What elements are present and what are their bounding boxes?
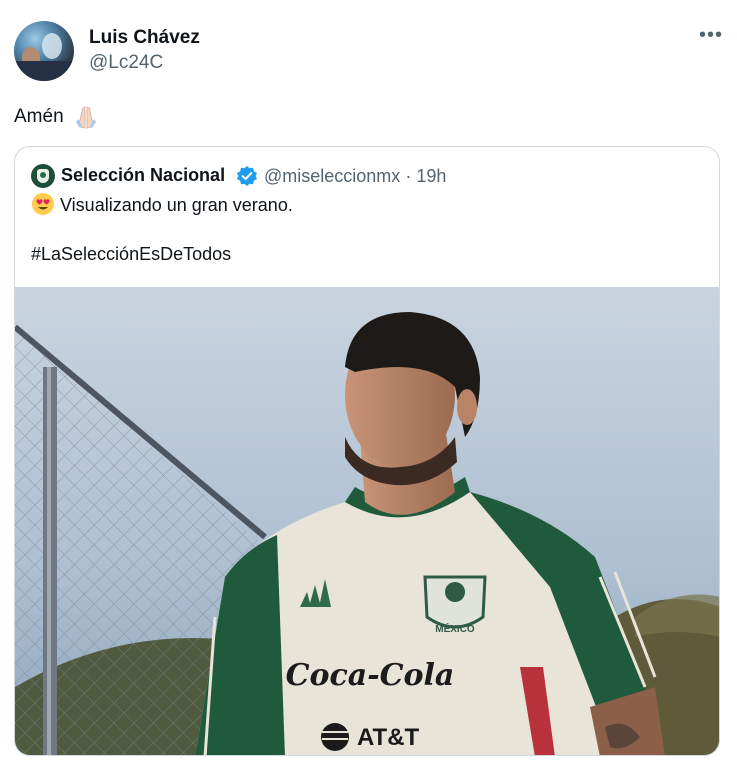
sponsor-2-text: AT&T [357, 724, 420, 751]
avatar-photo-part [14, 61, 74, 81]
hashtag-link[interactable]: #LaSelecciónEsDeTodos [31, 244, 231, 265]
author-avatar[interactable] [14, 21, 74, 81]
quoted-media-image[interactable]: MÉXICO Coca-Cola AT&T [15, 287, 719, 755]
more-options-icon[interactable]: ••• [698, 25, 724, 50]
tweet-text-body: Amén [14, 106, 64, 128]
quoted-tweet[interactable]: Selección Nacional @miseleccionmx · 19h … [14, 146, 720, 756]
player-photo: MÉXICO Coca-Cola AT&T [15, 287, 719, 755]
verified-badge-icon [237, 166, 257, 186]
jersey-crest-text: MÉXICO [435, 622, 475, 635]
quoted-author-handle-and-time[interactable]: @miseleccionmx · 19h [264, 166, 446, 187]
avatar-photo-part [42, 33, 62, 59]
folded-hands-icon [75, 106, 96, 129]
author-display-name[interactable]: Luis Chávez [89, 27, 200, 49]
sponsor-1-text: Coca-Cola [286, 658, 455, 693]
crest-dot [40, 172, 46, 178]
quoted-author-handle[interactable]: @miseleccionmx [264, 166, 400, 186]
quoted-author-avatar[interactable] [31, 164, 55, 188]
tweet-text: Amén [14, 104, 99, 130]
author-handle[interactable]: @Lc24C [89, 52, 163, 74]
quoted-tweet-time[interactable]: · 19h [405, 166, 446, 186]
quoted-author-display-name[interactable]: Selección Nacional [61, 165, 225, 186]
quoted-text: Visualizando un gran verano. [60, 194, 293, 215]
heart-eyes-icon [32, 193, 54, 215]
quoted-text-line: Visualizando un gran verano. [31, 193, 293, 218]
